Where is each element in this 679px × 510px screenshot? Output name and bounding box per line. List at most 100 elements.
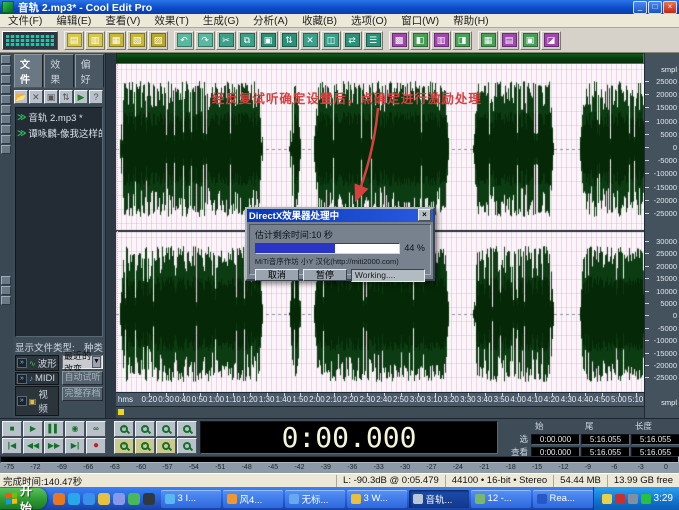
media-player-icon[interactable] xyxy=(53,493,65,505)
edge-tool-button-7[interactable] xyxy=(1,125,11,134)
selection-strip[interactable] xyxy=(116,406,644,418)
menu-item-3[interactable]: 效果(T) xyxy=(148,13,194,28)
sort-dropdown[interactable]: 最近的改变 ▼ xyxy=(62,355,103,369)
menu-item-0[interactable]: 文件(F) xyxy=(2,13,48,28)
taskbar-task-3[interactable]: 3 W... xyxy=(347,490,407,508)
stop-button[interactable]: ■ xyxy=(2,421,22,437)
checkbox-icon[interactable]: » xyxy=(17,374,27,384)
waveform-display[interactable]: 经反复试听确定设置后，点确定进行激励处理 DirectX效果器处理中 × 估计剩… xyxy=(116,64,644,392)
zoom-right-edge-button[interactable] xyxy=(177,438,197,454)
mixer-button[interactable]: ▦ xyxy=(478,31,498,50)
menu-item-9[interactable]: 帮助(H) xyxy=(447,13,495,28)
menu-item-4[interactable]: 生成(G) xyxy=(197,13,245,28)
taskbar-task-1[interactable]: 风4... xyxy=(223,490,283,508)
zoom-full-button[interactable] xyxy=(156,421,176,437)
go-to-start-button[interactable]: |◀ xyxy=(2,438,22,454)
chevron-down-icon[interactable]: ▼ xyxy=(92,356,101,368)
fast-forward-button[interactable]: ▶▶ xyxy=(44,438,64,454)
cue-list-button[interactable]: ▥ xyxy=(431,31,451,50)
help-icon[interactable]: ? xyxy=(89,90,103,104)
cut-button[interactable]: ✂ xyxy=(216,31,236,50)
checkbox-icon[interactable]: » xyxy=(17,396,27,406)
minimize-button[interactable]: _ xyxy=(633,1,647,14)
mix-paste-button[interactable]: ⇅ xyxy=(279,31,299,50)
pause-button[interactable]: 暂停 xyxy=(303,269,347,281)
overview-navigation-bar[interactable] xyxy=(116,53,644,64)
edge-tool-button-b2[interactable] xyxy=(1,296,11,305)
organizer-tab-0[interactable]: 文件 xyxy=(14,54,43,88)
multitrack-toggle-button[interactable] xyxy=(2,31,58,50)
file-type-toggle-1[interactable]: »♪MIDI xyxy=(15,372,59,385)
file-type-toggle-0[interactable]: »∿波形 xyxy=(15,355,59,371)
timeline-ruler[interactable]: hms 0:200:300:400:501:001:101:201:301:40… xyxy=(116,392,644,406)
panel-splitter[interactable] xyxy=(106,53,116,418)
save-as-button[interactable]: ▧ xyxy=(127,31,147,50)
file-type-toggle-2[interactable]: »▣视频 xyxy=(15,386,59,416)
open-file-icon[interactable]: 📂 xyxy=(14,90,28,104)
edge-tool-button-3[interactable] xyxy=(1,85,11,94)
file-list[interactable]: ≫音轨 2.mp3 * ≫谭咏麟-像我这样的朋... xyxy=(15,107,103,337)
edge-tool-button-4[interactable] xyxy=(1,95,11,104)
open-file-button[interactable]: ▥ xyxy=(85,31,105,50)
menu-item-6[interactable]: 收藏(B) xyxy=(296,13,343,28)
menu-item-2[interactable]: 查看(V) xyxy=(99,13,146,28)
edge-tool-button-b1[interactable] xyxy=(1,286,11,295)
play-button[interactable]: ▶ xyxy=(23,421,43,437)
zoom-left-edge-button[interactable] xyxy=(156,438,176,454)
file-list-item-0[interactable]: ≫音轨 2.mp3 * xyxy=(17,110,101,124)
cancel-button[interactable]: 取消 xyxy=(255,269,299,281)
redo-button[interactable]: ↷ xyxy=(195,31,215,50)
ie-icon[interactable] xyxy=(83,493,95,505)
script-button[interactable]: ▣ xyxy=(520,31,540,50)
edge-tool-button-2[interactable] xyxy=(1,75,11,84)
directx-progress-dialog[interactable]: DirectX效果器处理中 × 估计剩余时间:10 秒 44 % MiTi音序作… xyxy=(245,207,435,281)
dialog-close-icon[interactable]: × xyxy=(418,209,431,221)
delete-button[interactable]: ✕ xyxy=(300,31,320,50)
messenger-icon[interactable] xyxy=(68,493,80,505)
pause-button[interactable]: ▌▌ xyxy=(44,421,64,437)
sort-icon[interactable]: ⇅ xyxy=(59,90,73,104)
edge-tool-button-8[interactable] xyxy=(1,135,11,144)
import-button[interactable]: ▨ xyxy=(148,31,168,50)
start-button[interactable]: 开始 xyxy=(0,488,47,509)
antivirus-icon[interactable] xyxy=(615,494,625,504)
play-preview-icon[interactable]: ▶ xyxy=(74,90,88,104)
auto-preview-button[interactable]: 自动试听 xyxy=(62,371,103,385)
edge-tool-button-6[interactable] xyxy=(1,115,11,124)
outlook-icon[interactable] xyxy=(113,493,125,505)
zoom-out-button[interactable]: - xyxy=(135,421,155,437)
checkbox-icon[interactable]: » xyxy=(17,358,27,368)
spectral-view-button[interactable]: ▩ xyxy=(389,31,409,50)
menu-item-7[interactable]: 选项(O) xyxy=(345,13,393,28)
zoom-selection-button[interactable] xyxy=(177,421,197,437)
save-file-button[interactable]: ▦ xyxy=(106,31,126,50)
taskbar-task-5[interactable]: 12 -... xyxy=(471,490,531,508)
play-looped-button[interactable]: ◉ xyxy=(65,421,85,437)
edge-tool-button-0[interactable] xyxy=(1,55,11,64)
organizer-tab-2[interactable]: 偏好 xyxy=(75,54,104,88)
maximize-button[interactable]: □ xyxy=(648,1,662,14)
convert-button[interactable]: ⇄ xyxy=(342,31,362,50)
waveform-view-button[interactable]: ◧ xyxy=(410,31,430,50)
volume-icon[interactable] xyxy=(602,494,612,504)
undo-button[interactable]: ↶ xyxy=(174,31,194,50)
file-list-item-1[interactable]: ≫谭咏麟-像我这样的朋... xyxy=(17,126,101,140)
edge-tool-button-9[interactable] xyxy=(1,145,11,154)
menu-item-5[interactable]: 分析(A) xyxy=(247,13,294,28)
paste-button[interactable]: ▣ xyxy=(258,31,278,50)
full-archive-button[interactable]: 完整存档 xyxy=(62,387,103,401)
taskbar-task-4[interactable]: 音轨... xyxy=(409,490,469,508)
taskbar-task-0[interactable]: 3 I... xyxy=(161,490,221,508)
close-file-icon[interactable]: ✕ xyxy=(29,90,43,104)
loop-button[interactable]: ∞ xyxy=(86,421,106,437)
insert-icon[interactable]: ▣ xyxy=(44,90,58,104)
qq-icon[interactable] xyxy=(641,494,651,504)
amplitude-scale[interactable]: smpl2500020000150001000050000-5000-10000… xyxy=(644,53,679,418)
trim-button[interactable]: ◫ xyxy=(321,31,341,50)
level-meter[interactable]: -75-72-69-66-63-60-57-54-51-48-45-42-39-… xyxy=(0,456,679,473)
taskbar-task-2[interactable]: 无标... xyxy=(285,490,345,508)
organizer-tab-1[interactable]: 效果 xyxy=(44,54,73,88)
zoom-in-button[interactable]: + xyxy=(114,421,134,437)
settings-button[interactable]: ☰ xyxy=(363,31,383,50)
zoom-out-vertical-button[interactable]: - xyxy=(135,438,155,454)
